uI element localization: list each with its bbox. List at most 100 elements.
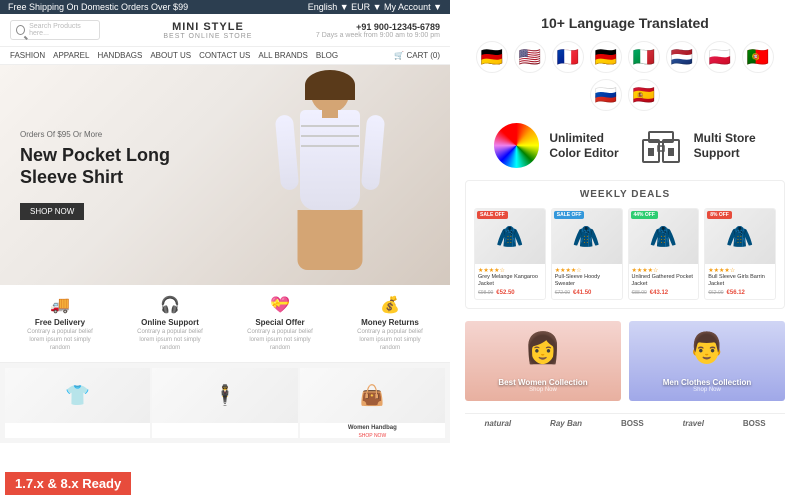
product-handbag-link[interactable]: SHOP NOW	[300, 433, 445, 438]
product-pants: 🕴️	[152, 368, 297, 438]
logo: MINI STYLE BEST ONLINE STORE	[163, 21, 252, 40]
deal-badge-3: 44% OFF	[631, 211, 658, 219]
product-handbag-label: Women Handbag	[300, 423, 445, 433]
deal-card-2[interactable]: SALE OFF 🧥 ★★★★☆ Pull-Sleeve Hoody Sweat…	[551, 208, 623, 300]
multistore-feature: Multi StoreSupport	[639, 123, 756, 168]
flag-de2: 🇩🇪	[590, 41, 622, 73]
brand-travel: travel	[683, 419, 704, 428]
support-desc: Contrary a popular belief lorem ipsum no…	[130, 329, 210, 352]
deal-new-price-4: €56.12	[727, 290, 745, 296]
brand-rayban: Ray Ban	[550, 419, 582, 428]
hours-text: 7 Days a week from 9:00 am to 9:00 pm	[316, 32, 440, 39]
multistore-svg	[641, 126, 681, 166]
deal-card-3[interactable]: 44% OFF 🧥 ★★★★☆ Unlined Gathered Pocket …	[628, 208, 700, 300]
feature-offer: 💝 Special Offer Contrary a popular belie…	[240, 295, 320, 352]
announcement-right: English ▼ EUR ▼ My Account ▼	[308, 2, 442, 12]
offer-icon: 💝	[240, 295, 320, 315]
product-pants-image: 🕴️	[152, 368, 297, 423]
flag-fr: 🇫🇷	[552, 41, 584, 73]
search-bar[interactable]: Search Products here...	[10, 20, 100, 40]
collection-women-sublabel[interactable]: Shop Now	[529, 387, 557, 393]
language-title: 10+ Language Translated	[465, 15, 785, 31]
hero-model-figure	[250, 75, 410, 275]
delivery-title: Free Delivery	[20, 318, 100, 327]
flag-pl: 🇵🇱	[704, 41, 736, 73]
deal-badge-2: SALE OFF	[554, 211, 585, 219]
deal-price-2: €72.00 €41.50	[555, 290, 619, 296]
deal-info-2: ★★★★☆ Pull-Sleeve Hoody Sweater €72.00 €…	[552, 264, 622, 299]
right-panel: 10+ Language Translated 🇩🇪 🇺🇸 🇫🇷 🇩🇪 🇮🇹 🇳…	[450, 0, 800, 500]
nav-fashion[interactable]: FASHION	[10, 51, 45, 60]
flag-es: 🇪🇸	[628, 79, 660, 111]
collections-row: 👩 Best Women Collection Shop Now 👨 Men C…	[465, 321, 785, 401]
deal-info-3: ★★★★☆ Unlined Gathered Pocket Jacket €88…	[629, 264, 699, 299]
nav-apparel[interactable]: APPAREL	[53, 51, 89, 60]
hero-image	[230, 65, 430, 285]
deal-card-4[interactable]: 8% OFF 🧥 ★★★★☆ Bull Sleeve Girls Barrin …	[704, 208, 776, 300]
search-placeholder: Search Products here...	[29, 23, 94, 37]
returns-desc: Contrary a popular belief lorem ipsum no…	[350, 329, 430, 352]
support-title: Online Support	[130, 318, 210, 327]
brand-natural: natural	[484, 419, 511, 428]
deal-price-3: €88.00 €43.12	[632, 290, 696, 296]
brand-boss2: BOSS	[743, 419, 766, 428]
deal-new-price-3: €43.12	[650, 290, 668, 296]
deal-badge-4: 8% OFF	[707, 211, 732, 219]
hero-title: New Pocket Long Sleeve Shirt	[20, 145, 200, 188]
feature-delivery: 🚚 Free Delivery Contrary a popular belie…	[20, 295, 100, 352]
collection-men[interactable]: 👨 Men Clothes Collection Shop Now	[629, 321, 785, 401]
deal-stars-1: ★★★★☆	[478, 267, 542, 274]
hero-content: Orders Of $95 Or More New Pocket Long Sl…	[0, 110, 220, 239]
multistore-title: Multi StoreSupport	[694, 131, 756, 160]
hero-section: Orders Of $95 Or More New Pocket Long Sl…	[0, 65, 450, 285]
brands-row: natural Ray Ban BOSS travel BOSS	[465, 413, 785, 433]
deal-old-price-2: €72.00	[555, 290, 570, 296]
nav-brands[interactable]: ALL BRANDS	[258, 51, 308, 60]
color-wheel-icon	[494, 123, 539, 168]
nav-about[interactable]: ABOUT US	[150, 51, 191, 60]
offer-title: Special Offer	[240, 318, 320, 327]
support-icon: 🎧	[130, 295, 210, 315]
deal-name-3: Unlined Gathered Pocket Jacket	[632, 274, 696, 288]
bottom-products: 👕 🕴️ 👜 Women Handbag SHOP NOW	[0, 363, 450, 443]
flag-de: 🇩🇪	[476, 41, 508, 73]
multistore-icon	[639, 123, 684, 168]
feature-returns: 💰 Money Returns Contrary a popular belie…	[350, 295, 430, 352]
product-handbag[interactable]: 👜 Women Handbag SHOP NOW	[300, 368, 445, 438]
deal-stars-3: ★★★★☆	[632, 267, 696, 274]
deal-info-4: ★★★★☆ Bull Sleeve Girls Barrin Jacket €6…	[705, 264, 775, 299]
shop-now-button[interactable]: SHOP NOW	[20, 203, 84, 220]
product-tshirt: 👕	[5, 368, 150, 438]
deal-name-1: Grey Melange Kangaroo Jacket	[478, 274, 542, 288]
deal-badge-1: SALE OFF	[477, 211, 508, 219]
deals-grid: SALE OFF 🧥 ★★★★☆ Grey Melange Kangaroo J…	[474, 208, 776, 300]
nav-blog[interactable]: BLOG	[316, 51, 338, 60]
deal-old-price-3: €88.00	[632, 290, 647, 296]
deal-old-price-4: €62.00	[708, 290, 723, 296]
header: Search Products here... MINI STYLE BEST …	[0, 14, 450, 47]
returns-title: Money Returns	[350, 318, 430, 327]
flag-row: 🇩🇪 🇺🇸 🇫🇷 🇩🇪 🇮🇹 🇳🇱 🇵🇱 🇵🇹 🇷🇺 🇪🇸	[465, 41, 785, 111]
announcement-text: Free Shipping On Domestic Orders Over $9…	[8, 2, 188, 12]
offer-desc: Contrary a popular belief lorem ipsum no…	[240, 329, 320, 352]
deal-card-1[interactable]: SALE OFF 🧥 ★★★★☆ Grey Melange Kangaroo J…	[474, 208, 546, 300]
collection-men-sublabel[interactable]: Shop Now	[693, 387, 721, 393]
deal-stars-4: ★★★★☆	[708, 267, 772, 274]
search-icon	[16, 25, 25, 35]
deal-old-price-1: €98.00	[478, 290, 493, 296]
collection-women[interactable]: 👩 Best Women Collection Shop Now	[465, 321, 621, 401]
nav-links: FASHION APPAREL HANDBAGS ABOUT US CONTAC…	[10, 51, 338, 60]
flag-nl: 🇳🇱	[666, 41, 698, 73]
cart-icon[interactable]: 🛒 CART (0)	[394, 51, 440, 60]
flag-pt: 🇵🇹	[742, 41, 774, 73]
collection-women-label: Best Women Collection	[498, 378, 587, 387]
weekly-deals-section: WEEKLY DEALS SALE OFF 🧥 ★★★★☆ Grey Melan…	[465, 180, 785, 309]
flag-ru: 🇷🇺	[590, 79, 622, 111]
phone-number: +91 900-12345-6789	[316, 22, 440, 32]
nav-contact[interactable]: CONTACT US	[199, 51, 250, 60]
multistore-text: Multi StoreSupport	[694, 131, 756, 160]
deal-stars-2: ★★★★☆	[555, 267, 619, 274]
feature-support: 🎧 Online Support Contrary a popular beli…	[130, 295, 210, 352]
nav-handbags[interactable]: HANDBAGS	[97, 51, 142, 60]
left-panel: Free Shipping On Domestic Orders Over $9…	[0, 0, 450, 500]
